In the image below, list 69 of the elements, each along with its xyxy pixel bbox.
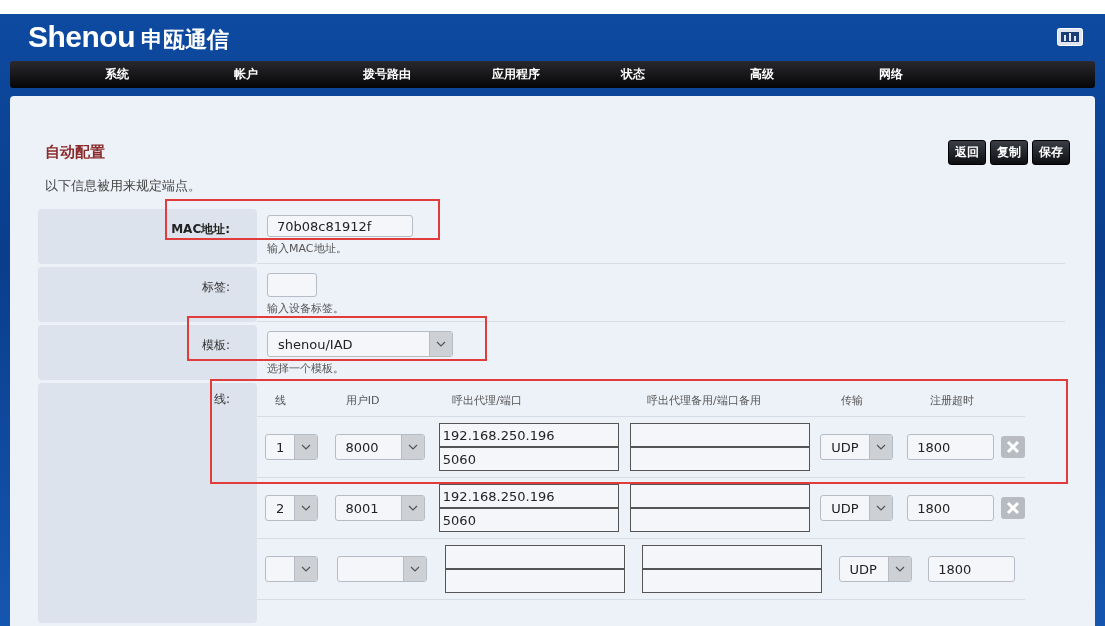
proxy-field[interactable]: 192.168.250.196	[439, 424, 618, 446]
action-button[interactable]: 保存	[1032, 140, 1070, 165]
close-icon	[1004, 440, 1021, 454]
line-dropdown[interactable]: 1	[265, 434, 318, 460]
column-header: 呼出代理备用/端口备用	[647, 394, 761, 407]
dropdown-caret-icon[interactable]	[869, 496, 893, 520]
action-button[interactable]: 复制	[990, 140, 1028, 165]
transport-dropdown[interactable]: UDP	[838, 556, 912, 582]
logo-text: Shenou	[28, 19, 135, 54]
nav-item[interactable]: 拨号路由	[363, 65, 492, 83]
template-dropdown[interactable]: shenou/IAD	[267, 331, 453, 357]
dropdown-caret-icon[interactable]	[429, 332, 452, 356]
nav-item[interactable]: 网络	[879, 65, 1008, 83]
port-field[interactable]: 5060	[439, 446, 618, 470]
timeout-field[interactable]: 1800	[907, 495, 995, 521]
nav-item[interactable]: 状态	[621, 65, 750, 83]
timeout-field[interactable]: 1800	[928, 556, 1016, 582]
transport-dropdown[interactable]: UDP	[820, 495, 894, 521]
field-label: MAC地址:	[171, 222, 230, 236]
field-hint: 输入MAC地址。	[267, 241, 347, 256]
page-description: 以下信息被用来规定端点。	[45, 177, 202, 195]
backup-port-field[interactable]	[643, 568, 821, 592]
column-header: 注册超时	[929, 394, 974, 407]
transport-dropdown[interactable]: UDP	[820, 434, 894, 460]
column-header: 传输	[840, 394, 863, 407]
nav-item[interactable]: 高级	[750, 65, 879, 83]
dropdown-caret-icon[interactable]	[402, 557, 426, 581]
column-header: 线	[275, 394, 286, 407]
dropdown-caret-icon[interactable]	[294, 557, 317, 581]
field-label: 线:	[213, 392, 230, 406]
tag-field[interactable]	[267, 273, 317, 297]
field-label: 标签:	[201, 280, 230, 294]
line-dropdown[interactable]: 2	[265, 495, 318, 521]
column-header: 呼出代理/端口	[452, 394, 522, 407]
dropdown-caret-icon[interactable]	[294, 496, 317, 520]
field-label: 模板:	[201, 338, 230, 352]
delete-button[interactable]	[1000, 436, 1025, 458]
logo-chinese-text: 申瓯通信	[141, 25, 229, 54]
line-dropdown[interactable]	[265, 556, 318, 582]
mac-address-field[interactable]: 70b08c81912f	[267, 215, 413, 237]
dropdown-caret-icon[interactable]	[887, 557, 911, 581]
field-hint: 输入设备标签。	[267, 301, 344, 316]
proxy-field[interactable]	[445, 546, 624, 568]
backup-proxy-field[interactable]	[643, 546, 821, 568]
column-header: 用户ID	[345, 394, 380, 407]
dropdown-caret-icon[interactable]	[400, 435, 424, 459]
backup-proxy-field[interactable]	[631, 424, 810, 446]
backup-port-field[interactable]	[631, 446, 810, 470]
backup-port-field[interactable]	[631, 507, 810, 531]
page-title: 自动配置	[45, 143, 105, 162]
dropdown-caret-icon[interactable]	[400, 496, 424, 520]
dropdown-caret-icon[interactable]	[869, 435, 893, 459]
nav-item[interactable]: 应用程序	[492, 65, 621, 83]
user-id-dropdown[interactable]: 8000	[334, 434, 425, 460]
field-hint: 选择一个模板。	[267, 361, 344, 376]
close-icon	[1004, 501, 1021, 515]
timeout-field[interactable]: 1800	[907, 434, 995, 460]
nav-item[interactable]: 系统	[105, 65, 234, 83]
user-id-dropdown[interactable]	[336, 556, 427, 582]
proxy-field[interactable]: 192.168.250.196	[439, 485, 618, 507]
port-field[interactable]: 5060	[439, 507, 618, 531]
delete-button[interactable]	[1000, 497, 1025, 519]
nav-item[interactable]: 帐户	[234, 65, 363, 83]
user-id-dropdown[interactable]: 8001	[334, 495, 425, 521]
backup-proxy-field[interactable]	[631, 485, 810, 507]
monitor-icon[interactable]	[1057, 28, 1083, 47]
port-field[interactable]	[445, 568, 624, 592]
dropdown-caret-icon[interactable]	[294, 435, 317, 459]
action-button[interactable]: 返回	[948, 140, 986, 165]
